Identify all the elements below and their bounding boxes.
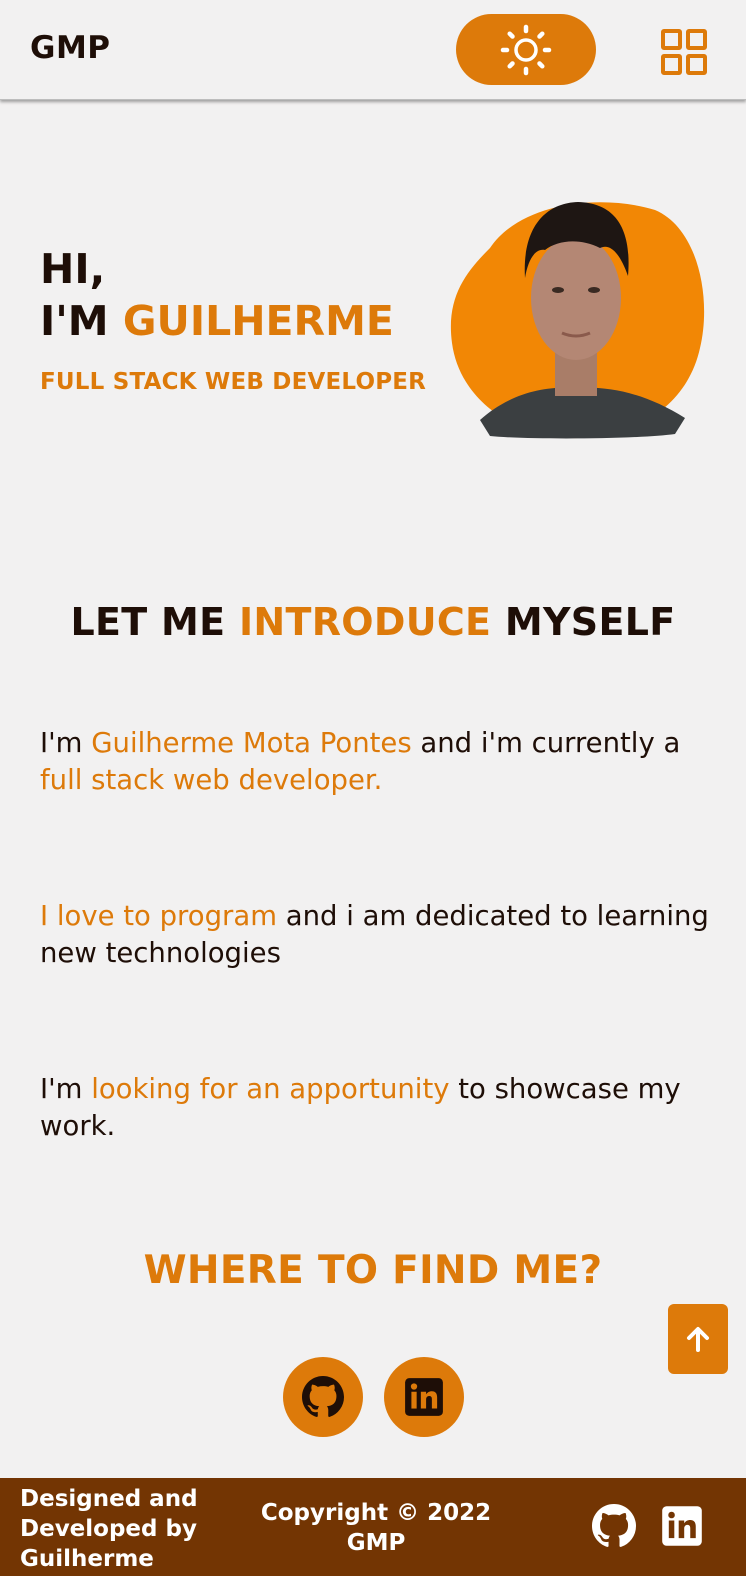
find-me-title: WHERE TO FIND ME?	[143, 1248, 603, 1293]
profile-photo	[450, 198, 706, 440]
site-logo[interactable]: GMP	[30, 30, 111, 66]
top-navbar: GMP	[0, 0, 746, 100]
footer-copyright: Copyright © 2022 GMP	[260, 1500, 492, 1556]
hero-name-line: I'M GUILHERME	[40, 297, 394, 345]
sun-icon	[500, 24, 552, 75]
hero-name: GUILHERME	[122, 297, 394, 345]
footer-credits: Designed and Developed by Guilherme Pont…	[20, 1486, 198, 1572]
grid-menu-icon	[661, 29, 707, 75]
hero-greeting: HI,	[40, 245, 106, 293]
footer-linkedin-link[interactable]	[660, 1504, 704, 1548]
github-link[interactable]	[283, 1357, 363, 1437]
github-icon	[302, 1376, 344, 1417]
hero-subtitle: FULL STACK WEB DEVELOPER	[40, 369, 427, 395]
linkedin-link[interactable]	[384, 1357, 464, 1437]
intro-title: LET ME INTRODUCE MYSELF	[70, 600, 676, 644]
scroll-to-top-button[interactable]	[668, 1304, 728, 1374]
github-icon	[592, 1504, 636, 1547]
menu-button[interactable]	[660, 28, 710, 78]
intro-paragraph-2: I love to program and i am dedicated to …	[40, 900, 709, 969]
linkedin-icon	[405, 1378, 443, 1416]
footer: Designed and Developed by Guilherme Pont…	[0, 1478, 746, 1576]
intro-paragraph-1: I'm Guilherme Mota Pontes and i'm curren…	[40, 727, 681, 796]
footer-github-link[interactable]	[592, 1504, 636, 1548]
arrow-up-icon	[687, 1327, 709, 1352]
linkedin-icon	[662, 1506, 702, 1546]
hero-text: HI, I'M GUILHERME FULL STACK WEB DEVELOP…	[40, 243, 426, 395]
intro-paragraph-3: I'm looking for an apportunity to showca…	[40, 1073, 681, 1142]
theme-toggle-button[interactable]	[456, 14, 596, 85]
